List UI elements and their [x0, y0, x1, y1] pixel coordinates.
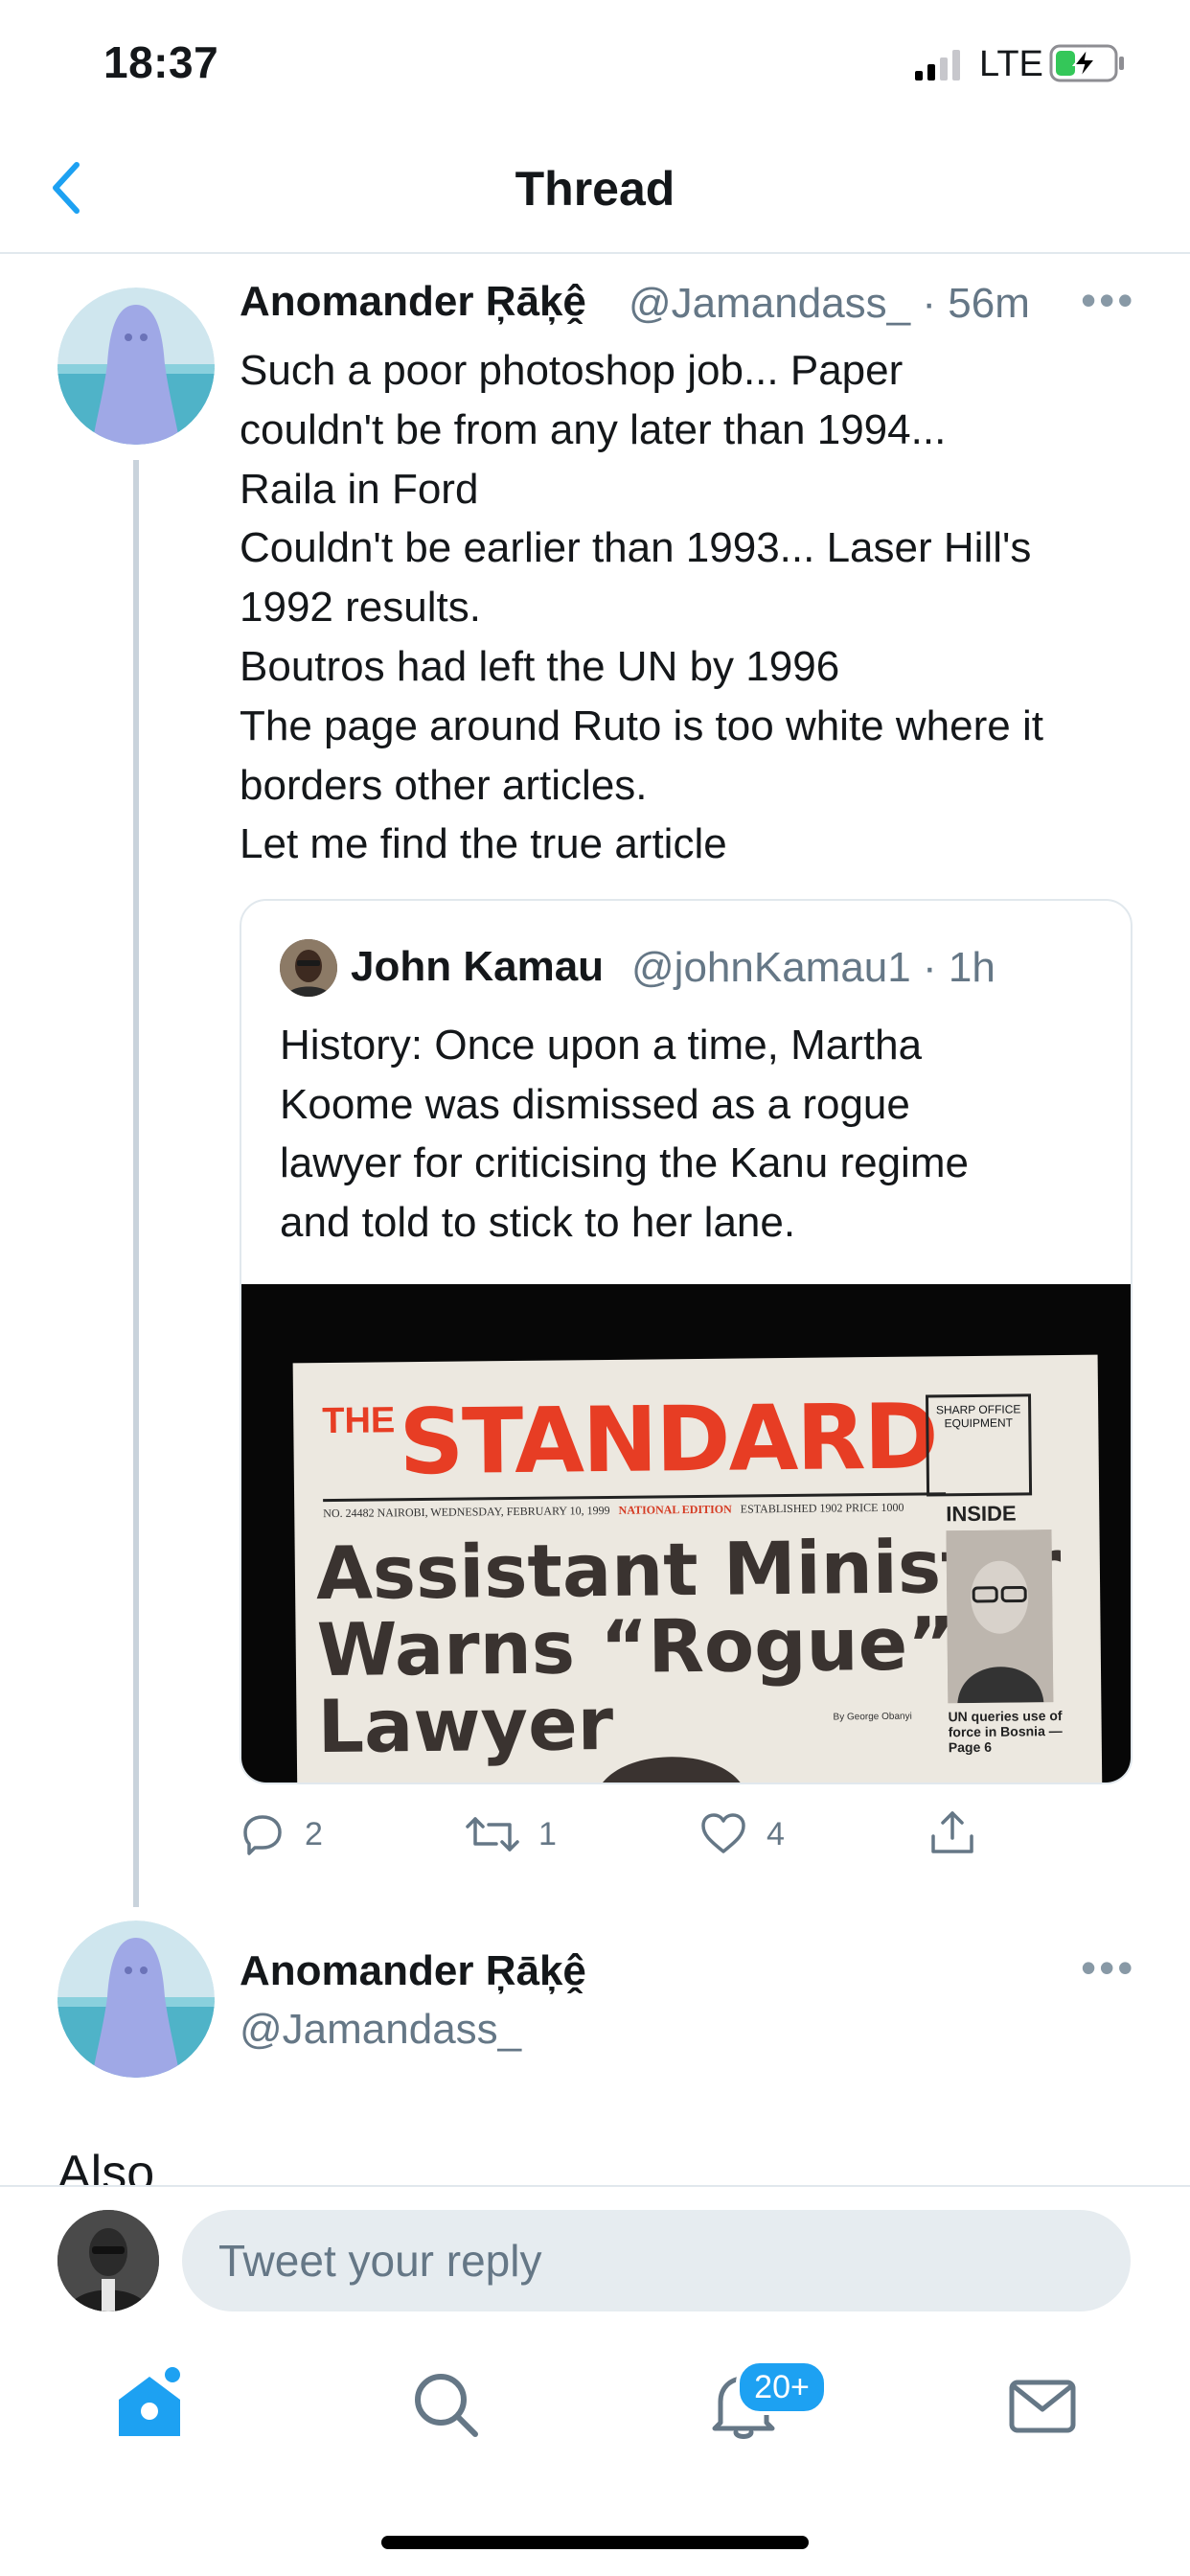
established-text: ESTABLISHED 1902 PRICE 1000: [740, 1500, 904, 1516]
tweet-body: Such a poor photoshop job... Paper could…: [240, 341, 1140, 874]
quoted-time: 1h: [948, 944, 995, 991]
tweet-line: borders other articles.: [240, 761, 648, 809]
quoted-body: History: Once upon a time, Martha Koome …: [280, 1016, 1104, 1252]
dateline-text: NO. 24482 NAIROBI, WEDNESDAY, FEBRUARY 1…: [323, 1503, 610, 1521]
tweet-actions: 2 1 4: [240, 1811, 1006, 1859]
current-user-avatar[interactable]: [57, 2210, 159, 2312]
reply-more-options-icon[interactable]: •••: [1081, 1942, 1135, 1993]
tweet-line: 1992 results.: [240, 584, 481, 632]
retweet-icon: [466, 1817, 519, 1852]
reply-author-handle[interactable]: @Jamandass_: [240, 2006, 521, 2054]
reply-author-name[interactable]: Anomander Ŗāķḙ̂: [240, 1947, 586, 1995]
handle-text: @Jamandass_: [629, 280, 911, 327]
header-divider: [0, 252, 1190, 254]
status-time: 18:37: [103, 37, 219, 87]
signal-icon: [915, 50, 960, 80]
tweet-line: Let me find the true article: [240, 820, 727, 868]
reply-count: 2: [305, 1815, 323, 1852]
page-title: Thread: [515, 162, 675, 216]
like-action[interactable]: 4: [699, 1811, 785, 1857]
inside-teaser: UN queries use of force in Bosnia — Page…: [948, 1708, 1063, 1756]
home-indicator: [381, 2536, 809, 2549]
quoted-handle-text: @johnKamau1: [631, 944, 911, 991]
tweet-line: Boutros had left the UN by 1996: [240, 642, 840, 690]
dateline: NO. 24482 NAIROBI, WEDNESDAY, FEBRUARY 1…: [323, 1500, 946, 1521]
headline-line: Assistant Minister: [315, 1523, 1062, 1617]
reply-tweet-body: Also: [57, 2146, 155, 2185]
tweet-author-handle[interactable]: @Jamandass_ · 56m: [629, 280, 1030, 328]
search-icon[interactable]: [408, 2367, 485, 2444]
photo-head-shape: [594, 1757, 748, 1782]
home-icon[interactable]: [111, 2367, 188, 2444]
time-separator: ·: [922, 280, 937, 327]
tweet-line: Raila in Ford: [240, 465, 479, 513]
quoted-author-handle: @johnKamau1 · 1h: [631, 944, 995, 992]
author-avatar[interactable]: [57, 288, 215, 445]
composer-divider: [0, 2185, 1190, 2187]
quoted-tweet-card[interactable]: John Kamau @johnKamau1 · 1h History: Onc…: [240, 899, 1133, 1784]
reply-input[interactable]: [182, 2210, 1131, 2312]
tweet-line: Such a poor photoshop job... Paper: [240, 347, 904, 394]
reply-icon: [243, 1815, 282, 1855]
quoted-line: lawyer for criticising the Kanu regime: [280, 1139, 969, 1186]
share-icon[interactable]: [927, 1807, 977, 1857]
tweet-line: Couldn't be earlier than 1993... Laser H…: [240, 524, 1032, 572]
quoted-author-name: John Kamau: [351, 943, 605, 990]
like-count: 4: [767, 1815, 785, 1852]
more-options-icon[interactable]: •••: [1081, 274, 1135, 326]
quoted-line: History: Once upon a time, Martha: [280, 1022, 923, 1069]
tweet-line: The page around Ruto is too white where …: [240, 702, 1043, 749]
retweet-action[interactable]: 1: [466, 1811, 557, 1857]
edition-text: NATIONAL EDITION: [618, 1502, 732, 1517]
tweet-time: 56m: [948, 280, 1030, 327]
inside-label: INSIDE: [946, 1501, 1017, 1527]
newspaper-page: THE STANDARD NO. 24482 NAIROBI, WEDNESDA…: [292, 1354, 1103, 1782]
network-label: LTE: [979, 44, 1043, 84]
headline-line: Warns “Rogue”: [316, 1600, 956, 1693]
sharp-ad-box: SHARP OFFICE EQUIPMENT: [925, 1393, 1033, 1497]
reply-author-avatar[interactable]: [57, 1920, 215, 2078]
thread-connector-line: [133, 460, 139, 1907]
heart-icon: [701, 1813, 745, 1853]
retweet-count: 1: [538, 1815, 557, 1852]
newspaper-headline: Assistant Minister Warns “Rogue” Lawyer: [315, 1523, 1062, 1769]
messages-envelope-icon[interactable]: [1004, 2367, 1081, 2444]
quoted-line: Koome was dismissed as a rogue: [280, 1080, 910, 1128]
quoted-time-separator: ·: [922, 944, 937, 991]
tweet-author-name[interactable]: Anomander Ŗāķḙ̂: [240, 278, 586, 326]
masthead-title: STANDARD: [398, 1385, 938, 1496]
tweet-line: couldn't be from any later than 1994...: [240, 405, 947, 453]
quoted-media-image[interactable]: THE STANDARD NO. 24482 NAIROBI, WEDNESDA…: [241, 1284, 1131, 1782]
notifications-badge: 20+: [736, 2359, 828, 2415]
reply-action[interactable]: 2: [240, 1811, 323, 1857]
byline: By George Obanyi: [833, 1711, 912, 1723]
quoted-line: and told to stick to her lane.: [280, 1198, 796, 1246]
battery-charging-icon: [1049, 44, 1124, 82]
quoted-author-avatar: [280, 939, 337, 997]
inside-portrait-image: [946, 1530, 1054, 1704]
masthead-the: THE: [322, 1400, 396, 1442]
